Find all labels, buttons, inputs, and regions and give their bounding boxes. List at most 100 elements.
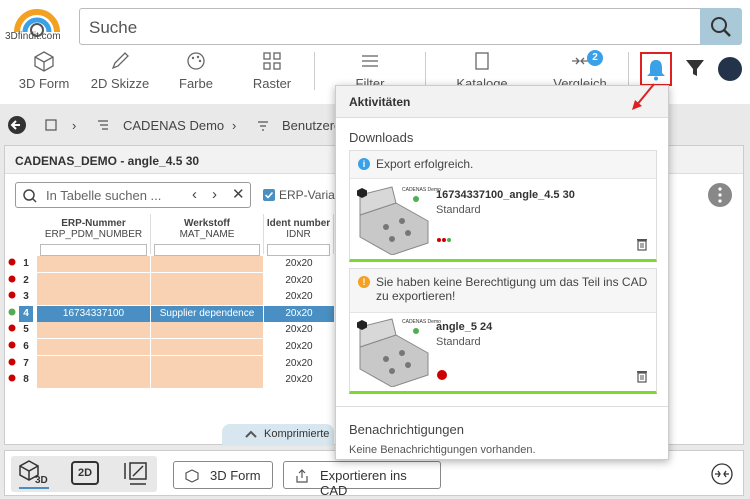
table-row[interactable]: 6 20x20: [4, 339, 334, 355]
cell-erp[interactable]: [37, 339, 150, 355]
annotation-arrow-icon: [632, 83, 655, 110]
export-cad-button[interactable]: Exportieren ins CAD: [283, 461, 441, 498]
cell-material[interactable]: Supplier dependence: [151, 305, 263, 322]
column-header-erp-sub: ERP_PDM_NUMBER: [44, 229, 143, 240]
breadcrumb-item-user[interactable]: Benutzerd: [282, 118, 341, 133]
trash-icon[interactable]: [636, 369, 648, 383]
more-options-icon[interactable]: [707, 182, 733, 208]
trash-icon[interactable]: [636, 237, 648, 251]
cell-material[interactable]: [151, 256, 263, 272]
warning-icon: !: [358, 276, 370, 288]
column-header-ident[interactable]: Ident number IDNR: [264, 214, 334, 256]
active-indicator: [19, 487, 49, 489]
row-status-dot: [7, 339, 17, 355]
cell-ident[interactable]: 20x20: [264, 322, 334, 338]
export-icon: [296, 469, 308, 483]
chevron-right-icon: ›: [232, 118, 237, 133]
cell-material[interactable]: [151, 372, 263, 389]
avatar[interactable]: [718, 57, 742, 81]
table-row[interactable]: 1 20x20: [4, 256, 334, 272]
status-dots: [437, 238, 451, 242]
cell-erp[interactable]: [37, 322, 150, 339]
part-variant: Standard: [436, 336, 481, 348]
cell-erp[interactable]: [37, 355, 150, 372]
tool-grid-label: Raster: [252, 76, 292, 91]
table-row[interactable]: 2 20x20: [4, 272, 334, 289]
cell-erp[interactable]: [37, 256, 150, 272]
card-message: i Export erfolgreich.: [350, 151, 656, 179]
column-filter-ident[interactable]: [267, 244, 330, 256]
cell-ident[interactable]: 20x20: [264, 289, 334, 305]
table-row[interactable]: 8 20x20: [4, 372, 334, 389]
logo-icon[interactable]: [5, 8, 69, 48]
cell-material[interactable]: [151, 272, 263, 289]
back-arrow-icon[interactable]: [7, 115, 27, 135]
info-icon: i: [358, 158, 370, 170]
table-row[interactable]: 5 20x20: [4, 322, 334, 339]
table-search-input[interactable]: In Tabelle suchen ... ‹ › ✕: [15, 182, 251, 208]
row-number: 4: [19, 305, 33, 322]
collapse-icon[interactable]: [711, 463, 733, 485]
table-row[interactable]: 7 20x20: [4, 355, 334, 372]
erp-variant-checkbox[interactable]: [263, 189, 275, 201]
erp-variant-label: ERP-Variab: [279, 188, 342, 202]
card-message: ! Sie haben keine Berechtigung um das Te…: [350, 269, 656, 313]
cell-material[interactable]: [151, 339, 263, 355]
row-status-dot: [7, 356, 17, 372]
column-header-erp[interactable]: ERP-Nummer ERP_PDM_NUMBER: [37, 214, 151, 256]
3d-form-button[interactable]: 3D Form: [173, 461, 273, 489]
cell-ident[interactable]: 20x20: [264, 339, 334, 355]
cell-erp[interactable]: [37, 372, 150, 389]
cell-ident[interactable]: 20x20: [264, 372, 334, 388]
prev-icon[interactable]: ‹: [192, 186, 197, 203]
tool-grid[interactable]: Raster: [246, 50, 298, 96]
cell-ident[interactable]: 20x20: [264, 273, 334, 289]
cell-material[interactable]: [151, 355, 263, 372]
column-filter-erp[interactable]: [40, 244, 147, 256]
row-status-dot: [7, 256, 17, 272]
cell-erp[interactable]: [37, 272, 150, 289]
row-number: 7: [23, 357, 29, 369]
column-header-erp-name: ERP-Nummer: [61, 218, 126, 229]
folder-icon: [258, 121, 268, 131]
row-number: 1: [23, 258, 29, 269]
column-header-ident-name: Ident number: [266, 218, 331, 229]
card-message-text: Sie haben keine Berechtigung um das Teil…: [376, 275, 648, 303]
compress-tab[interactable]: Komprimierte: [222, 424, 334, 446]
card-message-text: Export erfolgreich.: [376, 157, 474, 171]
tool-2d-sketch[interactable]: 2D Skizze: [88, 50, 152, 96]
column-filter-material[interactable]: [154, 244, 260, 256]
clear-icon[interactable]: ✕: [232, 185, 245, 203]
column-header-material[interactable]: Werkstoff MAT_NAME: [151, 214, 264, 256]
grid-icon: [263, 52, 281, 70]
breadcrumb-item-cadenas-demo[interactable]: CADENAS Demo: [123, 118, 224, 133]
table-row[interactable]: 4 16734337100 Supplier dependence 20x20: [4, 305, 334, 322]
row-number: 8: [23, 374, 29, 386]
search-input[interactable]: Suche: [79, 8, 701, 45]
cell-ident[interactable]: 20x20: [264, 256, 334, 272]
downloads-title: Downloads: [349, 130, 414, 145]
tool-3d-form-label: 3D Form: [18, 76, 70, 91]
cell-ident[interactable]: 20x20: [264, 305, 334, 322]
cell-ident[interactable]: 20x20: [264, 356, 334, 372]
notifications-button[interactable]: [640, 52, 672, 86]
row-status-dot: [7, 372, 17, 388]
dimensions-icon[interactable]: [121, 460, 149, 488]
cell-erp[interactable]: [37, 289, 150, 306]
column-header-material-name: Werkstoff: [184, 218, 230, 229]
view-2d-button[interactable]: 2D: [71, 461, 99, 485]
tool-color[interactable]: Farbe: [170, 50, 222, 96]
cell-material[interactable]: [151, 322, 263, 339]
pencil-icon: [111, 52, 129, 70]
filter-icon[interactable]: [684, 57, 706, 79]
view-3d-button[interactable]: 3D: [17, 459, 51, 489]
download-card: ! Sie haben keine Berechtigung um das Te…: [349, 268, 657, 394]
table-row[interactable]: 3 20x20: [4, 289, 334, 306]
home-icon[interactable]: [44, 118, 58, 132]
tool-3d-form[interactable]: 3D Form: [14, 50, 74, 96]
next-icon[interactable]: ›: [212, 186, 217, 203]
search-button[interactable]: [700, 8, 742, 45]
cell-material[interactable]: [151, 289, 263, 306]
cube-icon: [34, 51, 54, 72]
cell-erp[interactable]: 16734337100: [37, 305, 150, 322]
